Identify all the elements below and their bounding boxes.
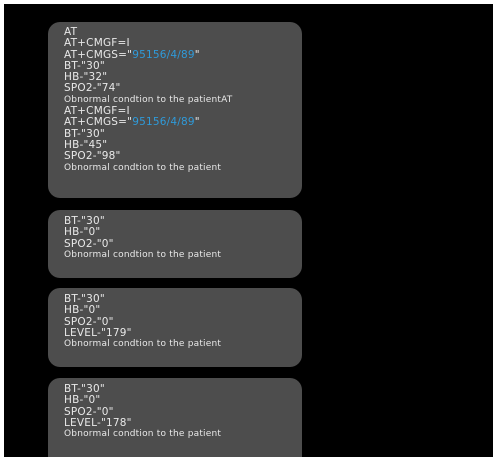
command-prefix: AT+CMGS=" <box>64 48 133 61</box>
message-line: SPO2-"74" <box>64 82 121 95</box>
message-line: Obnormal condtion to the patient <box>64 162 222 173</box>
sms-thread-screen: AT AT+CMGF=I AT+CMGS="95156/4/89" BT-"30" HB… <box>0 0 493 457</box>
message-bubble[interactable]: BT-"30" HB-"0" SPO2-"0" Obnormal condtion t… <box>48 210 302 278</box>
message-line: Obnormal condtion to the patient <box>64 339 222 350</box>
top-border <box>0 0 493 4</box>
message-line: Obnormal condtion to the patient <box>64 429 222 440</box>
message-line: SPO2-"0" <box>64 237 114 250</box>
message-line: HB-"0" <box>64 394 101 407</box>
message-line: HB-"0" <box>64 226 101 239</box>
message-bubble[interactable]: AT AT+CMGF=I AT+CMGS="95156/4/89" BT-"30" HB… <box>48 22 302 198</box>
message-line: AT+CMGS="95156/4/89" <box>64 117 302 128</box>
message-bubble[interactable]: BT-"30" HB-"0" SPO2-"0" LEVEL-"178" Obnormal… <box>48 378 302 457</box>
phone-number-link[interactable]: 95156/4/89 <box>132 116 195 128</box>
message-line: HB-"0" <box>64 304 101 317</box>
command-suffix: " <box>194 116 200 129</box>
message-line: LEVEL-"179" <box>64 326 132 339</box>
message-line: Obnormal condtion to the patient <box>64 249 222 260</box>
command-prefix: AT+CMGS=" <box>64 116 133 129</box>
command-suffix: " <box>194 48 200 61</box>
message-line: LEVEL-"178" <box>64 416 132 429</box>
left-border <box>0 0 4 457</box>
message-bubble[interactable]: BT-"30" HB-"0" SPO2-"0" LEVEL-"179" Obnormal… <box>48 288 302 367</box>
phone-number-link[interactable]: 95156/4/89 <box>132 49 195 61</box>
message-line: SPO2-"98" <box>64 150 121 163</box>
